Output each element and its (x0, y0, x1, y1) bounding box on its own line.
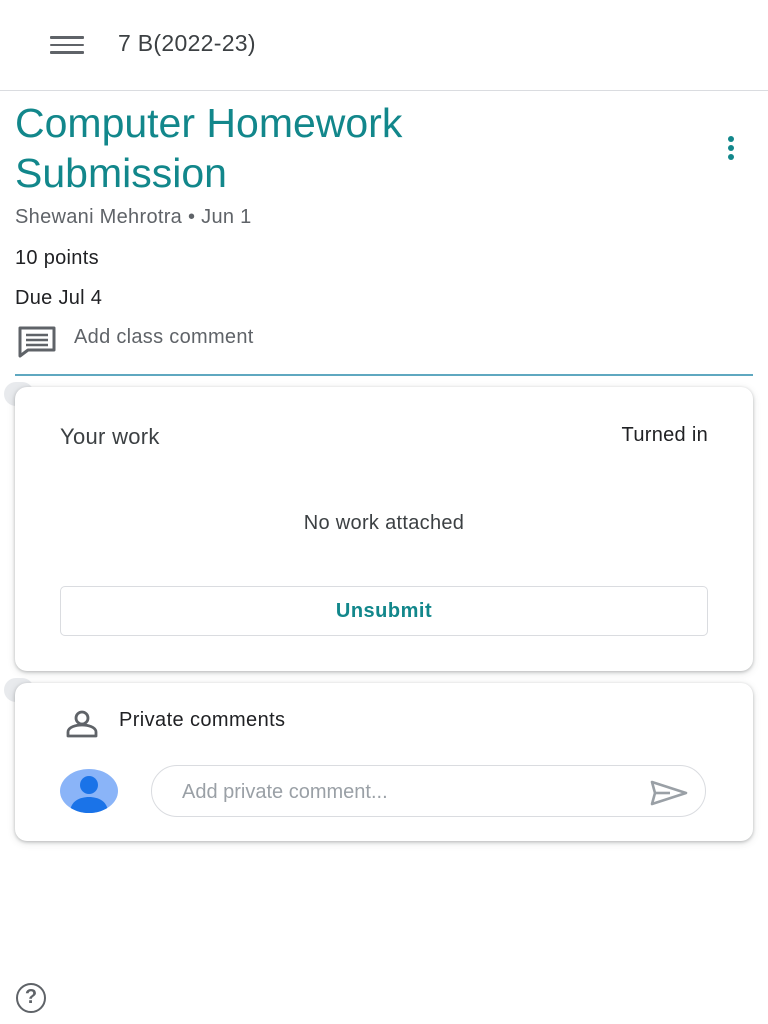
section-divider (15, 374, 753, 376)
private-comments-title: Private comments (119, 709, 286, 731)
your-work-title: Your work (60, 424, 160, 449)
send-icon[interactable] (650, 780, 688, 806)
default-avatar-icon (70, 776, 108, 813)
private-comment-field[interactable] (151, 765, 706, 817)
private-comment-input[interactable] (180, 778, 624, 806)
no-work-text: No work attached (303, 512, 465, 534)
help-icon[interactable]: ? (16, 983, 46, 1013)
class-name[interactable]: 7 B(2022-23) (118, 30, 256, 57)
assignment-points: 10 points (15, 247, 99, 269)
author-name: Shewani Mehrotra (15, 206, 183, 228)
posted-date: Jun 1 (201, 206, 252, 228)
meta-separator: • (187, 206, 196, 228)
person-outline-icon (66, 710, 98, 738)
private-comments-card: Private comments (15, 683, 753, 841)
avatar (60, 769, 118, 813)
due-date: Due Jul 4 (15, 287, 103, 309)
comment-icon (18, 326, 56, 358)
assignment-meta: Shewani Mehrotra • Jun 1 (15, 206, 252, 229)
hamburger-menu-icon[interactable] (50, 36, 84, 54)
assignment-title: Computer Homework Submission (15, 100, 403, 196)
more-vert-icon[interactable] (720, 136, 742, 164)
unsubmit-button[interactable]: Unsubmit (60, 586, 708, 636)
app-bar: 7 B(2022-23) (0, 0, 768, 91)
your-work-card: Your work Turned in No work attached Uns… (15, 387, 753, 671)
add-class-comment-label: Add class comment (74, 326, 254, 348)
work-status: Turned in (621, 424, 708, 446)
